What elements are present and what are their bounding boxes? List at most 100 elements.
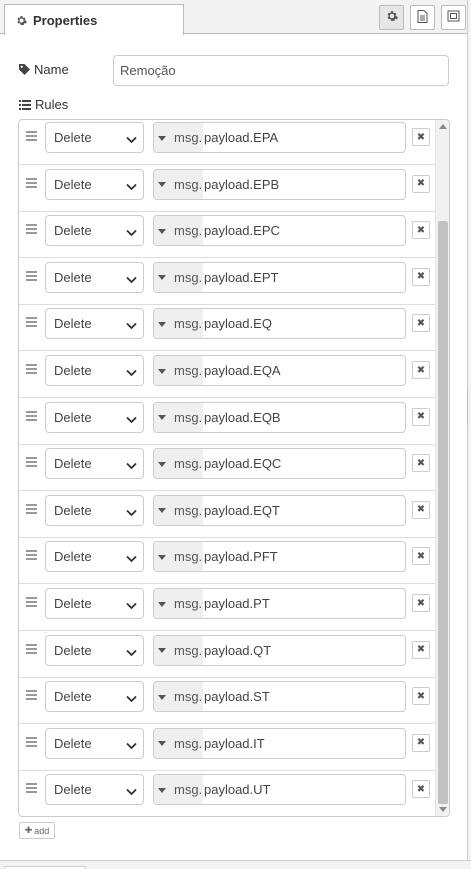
settings-tab-button[interactable] xyxy=(379,5,404,30)
rule-property-input[interactable]: msg. payload.EQB xyxy=(153,401,406,433)
delete-rule-button[interactable]: ✖ xyxy=(412,640,430,659)
property-value[interactable]: payload.EQ xyxy=(204,309,272,338)
rule-property-input[interactable]: msg. payload.IT xyxy=(153,727,406,759)
drag-handle-icon[interactable] xyxy=(26,364,37,374)
rule-property-input[interactable]: msg. payload.ST xyxy=(153,681,406,713)
appearance-tab-button[interactable] xyxy=(441,5,466,30)
delete-rule-button[interactable]: ✖ xyxy=(412,547,430,566)
add-rule-button[interactable]: ✚ add xyxy=(19,822,55,839)
drag-handle-icon[interactable] xyxy=(26,224,37,235)
type-select-button[interactable]: msg. xyxy=(154,635,203,665)
type-select-button[interactable]: msg. xyxy=(154,682,203,712)
property-value[interactable]: payload.ST xyxy=(204,682,270,711)
type-select-button[interactable]: msg. xyxy=(154,262,203,292)
rule-action-select[interactable]: Delete xyxy=(45,355,144,386)
rule-property-input[interactable]: msg. payload.EPA xyxy=(153,122,406,153)
delete-rule-button[interactable]: ✖ xyxy=(412,733,430,752)
rule-action-select[interactable]: Delete xyxy=(45,681,144,713)
type-select-button[interactable]: msg. xyxy=(154,309,203,339)
resize-grip[interactable] xyxy=(467,389,471,425)
delete-rule-button[interactable]: ✖ xyxy=(412,314,430,333)
rule-property-input[interactable]: msg. payload.EQT xyxy=(153,494,406,526)
rule-action-select[interactable]: Delete xyxy=(45,448,144,480)
drag-handle-icon[interactable] xyxy=(26,550,37,561)
rule-action-select[interactable]: Delete xyxy=(45,168,144,200)
property-value[interactable]: payload.EQC xyxy=(204,449,281,478)
drag-handle-icon[interactable] xyxy=(26,690,37,701)
rule-action-select[interactable]: Delete xyxy=(45,215,144,247)
drag-handle-icon[interactable] xyxy=(26,317,37,328)
type-select-button[interactable]: msg. xyxy=(154,775,203,805)
drag-handle-icon[interactable] xyxy=(26,503,37,514)
type-select-button[interactable]: msg. xyxy=(154,356,203,385)
drag-handle-icon[interactable] xyxy=(26,643,37,654)
delete-rule-button[interactable]: ✖ xyxy=(412,780,430,799)
drag-handle-icon[interactable] xyxy=(26,270,37,281)
rule-property-input[interactable]: msg. payload.EQA xyxy=(153,355,406,386)
delete-rule-button[interactable]: ✖ xyxy=(412,267,430,286)
property-value[interactable]: payload.PT xyxy=(204,589,270,618)
delete-rule-button[interactable]: ✖ xyxy=(412,454,430,473)
rule-property-input[interactable]: msg. payload.EPB xyxy=(153,168,406,200)
delete-rule-button[interactable]: ✖ xyxy=(412,128,430,146)
rule-property-input[interactable]: msg. payload.PT xyxy=(153,588,406,619)
rule-action-select[interactable]: Delete xyxy=(45,588,144,619)
rule-action-select[interactable]: Delete xyxy=(45,261,144,293)
rule-action-select[interactable]: Delete xyxy=(45,634,144,666)
delete-rule-button[interactable]: ✖ xyxy=(412,221,430,240)
drag-handle-icon[interactable] xyxy=(26,783,37,794)
property-value[interactable]: payload.PFT xyxy=(204,542,278,571)
delete-rule-button[interactable]: ✖ xyxy=(412,594,430,612)
type-select-button[interactable]: msg. xyxy=(154,495,203,525)
drag-handle-icon[interactable] xyxy=(26,131,37,141)
drag-handle-icon[interactable] xyxy=(26,736,37,747)
delete-rule-button[interactable]: ✖ xyxy=(412,500,430,519)
delete-rule-button[interactable]: ✖ xyxy=(412,407,430,426)
name-input[interactable] xyxy=(113,55,449,86)
drag-handle-icon[interactable] xyxy=(26,457,37,468)
rule-action-select[interactable]: Delete xyxy=(45,308,144,340)
scroll-thumb[interactable] xyxy=(438,221,448,804)
property-value[interactable]: payload.EPA xyxy=(204,123,278,152)
drag-handle-icon[interactable] xyxy=(26,597,37,607)
drag-handle-icon[interactable] xyxy=(26,177,37,188)
rule-property-input[interactable]: msg. payload.EPT xyxy=(153,261,406,293)
rule-action-select[interactable]: Delete xyxy=(45,401,144,433)
property-value[interactable]: payload.EPT xyxy=(204,263,278,292)
type-select-button[interactable]: msg. xyxy=(154,216,203,246)
delete-rule-button[interactable]: ✖ xyxy=(412,687,430,706)
tab-properties[interactable]: Properties xyxy=(4,4,184,35)
rule-action-select[interactable]: Delete xyxy=(45,541,144,573)
type-select-button[interactable]: msg. xyxy=(154,589,203,618)
rule-property-input[interactable]: msg. payload.EQC xyxy=(153,448,406,480)
rule-action-select[interactable]: Delete xyxy=(45,122,144,153)
type-select-button[interactable]: msg. xyxy=(154,449,203,479)
property-value[interactable]: payload.EPB xyxy=(204,170,279,199)
rule-action-select[interactable]: Delete xyxy=(45,774,144,806)
scroll-down-icon[interactable] xyxy=(439,807,447,812)
property-value[interactable]: payload.UT xyxy=(204,775,270,804)
rule-property-input[interactable]: msg. payload.UT xyxy=(153,774,406,806)
property-value[interactable]: payload.QT xyxy=(204,636,271,665)
delete-rule-button[interactable]: ✖ xyxy=(412,361,430,379)
rule-property-input[interactable]: msg. payload.EPC xyxy=(153,215,406,247)
property-value[interactable]: payload.EQT xyxy=(204,496,280,525)
rule-property-input[interactable]: msg. payload.EQ xyxy=(153,308,406,340)
delete-rule-button[interactable]: ✖ xyxy=(412,174,430,193)
scroll-up-icon[interactable] xyxy=(439,124,447,129)
rule-property-input[interactable]: msg. payload.QT xyxy=(153,634,406,666)
type-select-button[interactable]: msg. xyxy=(154,728,203,758)
type-select-button[interactable]: msg. xyxy=(154,402,203,432)
property-value[interactable]: payload.IT xyxy=(204,729,265,758)
description-tab-button[interactable] xyxy=(410,5,435,30)
drag-handle-icon[interactable] xyxy=(26,410,37,421)
property-value[interactable]: payload.EPC xyxy=(204,216,280,245)
type-select-button[interactable]: msg. xyxy=(154,169,203,199)
property-value[interactable]: payload.EQB xyxy=(204,403,281,432)
rule-action-select[interactable]: Delete xyxy=(45,727,144,759)
type-select-button[interactable]: msg. xyxy=(154,542,203,572)
rules-scrollbar[interactable] xyxy=(435,120,449,816)
rule-property-input[interactable]: msg. payload.PFT xyxy=(153,541,406,573)
property-value[interactable]: payload.EQA xyxy=(204,356,281,385)
type-select-button[interactable]: msg. xyxy=(154,123,203,152)
